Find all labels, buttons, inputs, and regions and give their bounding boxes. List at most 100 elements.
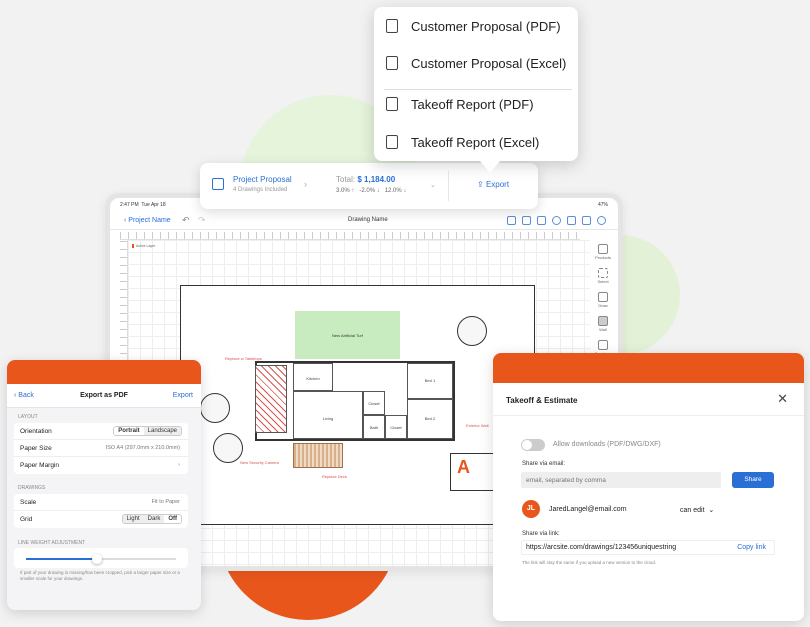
export-dropdown-menu: Customer Proposal (PDF) Customer Proposa… <box>374 7 578 173</box>
sidebar-label: Products <box>595 255 611 260</box>
project-percentages: 3.0% ↑ -2.0% ↓ 12.0% ↓ <box>336 188 407 194</box>
grid-label: Grid <box>20 516 33 523</box>
menu-item-label: Customer Proposal (PDF) <box>411 19 561 34</box>
annotation-replace-tabletops[interactable]: Replace w Tabletops <box>225 356 262 361</box>
room-closet: Closet <box>363 391 385 415</box>
comment-icon[interactable] <box>597 216 606 225</box>
paper-size-label: Paper Size <box>20 445 52 452</box>
drawings-group: Scale Fit to Paper Grid Light Dark Off <box>14 494 188 528</box>
chevron-down-icon[interactable]: ⌄ <box>430 181 436 189</box>
tree-symbol[interactable] <box>457 316 487 346</box>
pct-1: 3.0% <box>336 188 350 194</box>
chevron-right-icon[interactable]: › <box>304 179 307 189</box>
scale-value: Fit to Paper <box>151 499 180 505</box>
export-label: Export <box>485 180 510 189</box>
tree-symbol[interactable] <box>213 433 243 463</box>
menu-item-takeoff-report-pdf[interactable]: Takeoff Report (PDF) <box>374 89 578 119</box>
menu-item-customer-proposal-excel[interactable]: Customer Proposal (Excel) <box>374 48 578 78</box>
paper-size-row[interactable]: Paper Size ISO A4 (297.0mm x 210.0mm) <box>14 440 188 457</box>
export-button[interactable]: ⇪ Export <box>477 180 509 189</box>
sidebar-item-products[interactable]: Products <box>592 244 614 260</box>
sidebar-item-wall[interactable]: Wall <box>592 316 614 332</box>
sidebar-label: Wall <box>599 327 607 332</box>
allow-downloads-toggle[interactable] <box>521 439 545 451</box>
products-icon <box>598 244 608 254</box>
panel-title: Takeoff & Estimate <box>506 396 578 405</box>
pdf-note: If part of your drawing is missing/has b… <box>20 570 180 581</box>
room-label: Bed 2 <box>424 416 436 421</box>
paper-margin-row[interactable]: Paper Margin › <box>14 457 188 474</box>
menu-item-label: Takeoff Report (Excel) <box>411 135 540 150</box>
email-input[interactable] <box>521 472 721 488</box>
grid-dark[interactable]: Dark <box>144 515 165 523</box>
drawing-name-title[interactable]: Drawing Name <box>348 217 388 223</box>
orientation-landscape[interactable]: Landscape <box>144 427 181 435</box>
export-pdf-button[interactable]: Export <box>173 392 193 399</box>
tree-symbol[interactable] <box>200 393 230 423</box>
undo-icon[interactable]: ↶ <box>182 215 190 226</box>
annotation-security-camera[interactable]: New Security Camera <box>240 460 279 465</box>
layers-icon[interactable] <box>522 216 531 225</box>
orientation-label: Orientation <box>20 428 52 435</box>
arcsite-logo: A <box>457 457 470 477</box>
draw-icon <box>598 292 608 302</box>
scale-row[interactable]: Scale Fit to Paper <box>14 494 188 511</box>
share-link-url[interactable]: https://arcsite.com/drawings/123456uniqu… <box>526 544 676 551</box>
slider-knob[interactable] <box>91 554 102 564</box>
room-label: Living <box>322 416 334 421</box>
report-doc-icon <box>386 97 398 111</box>
room-closet: Closet <box>385 415 407 439</box>
back-link-label: Project Name <box>128 217 171 224</box>
drawing-toolbar: ‹ Project Name ↶ ↷ Drawing Name <box>110 212 618 230</box>
edit-icon[interactable] <box>507 216 516 225</box>
room-label: Bath <box>369 425 379 430</box>
project-title[interactable]: Project Proposal <box>233 175 292 184</box>
scale-label: Scale <box>20 499 37 506</box>
room-label: Closet <box>368 401 380 406</box>
cloud-upload-icon[interactable] <box>567 216 576 225</box>
back-to-project-link[interactable]: ‹ Project Name <box>124 217 171 224</box>
panel-header-bar <box>7 360 201 384</box>
plan-turf-area[interactable]: New Artificial Turf <box>295 311 400 359</box>
sidebar-label: Draw <box>598 303 608 308</box>
section-label-drawings: DRAWINGS <box>18 485 46 491</box>
select-icon <box>598 268 608 278</box>
permission-dropdown[interactable]: can edit ⌄ <box>680 506 714 514</box>
annotation-replace-deck[interactable]: Replace Deck <box>322 474 347 479</box>
orientation-portrait[interactable]: Portrait <box>114 427 144 435</box>
grid-off[interactable]: Off <box>164 515 181 523</box>
status-battery: 47% <box>597 202 608 208</box>
line-weight-slider[interactable] <box>26 554 176 564</box>
divider <box>493 415 804 416</box>
menu-item-customer-proposal-pdf[interactable]: Customer Proposal (PDF) <box>374 11 578 41</box>
layout-group: Orientation Portrait Landscape Paper Siz… <box>14 423 188 474</box>
share-button[interactable]: Share <box>732 472 774 488</box>
sidebar-item-draw[interactable]: Draw <box>592 292 614 308</box>
pct-2: -2.0% <box>359 188 376 194</box>
close-icon[interactable]: ✕ <box>777 391 788 407</box>
image-icon[interactable] <box>537 216 546 225</box>
menu-caret <box>480 161 500 173</box>
slider-fill <box>26 558 97 560</box>
share-link-label: Share via link: <box>522 531 560 537</box>
settings-icon[interactable] <box>552 216 561 225</box>
status-time: 2:47 PM <box>120 202 139 208</box>
link-note: The link will stay the same if you uploa… <box>522 560 657 565</box>
plan-hatched-area[interactable] <box>255 365 287 433</box>
copy-link-button[interactable]: Copy link <box>737 544 766 551</box>
share-icon[interactable] <box>582 216 591 225</box>
sidebar-item-select[interactable]: Select <box>592 268 614 284</box>
plan-deck[interactable] <box>293 443 343 468</box>
redo-icon[interactable]: ↷ <box>198 215 206 226</box>
grid-light[interactable]: Light <box>123 515 144 523</box>
room-label: Bed 1 <box>424 378 436 383</box>
takeoff-estimate-panel: Takeoff & Estimate ✕ Allow downloads (PD… <box>493 353 804 621</box>
person-doc-icon <box>386 19 398 33</box>
pct-3: 12.0% <box>384 188 402 194</box>
menu-item-takeoff-report-excel[interactable]: Takeoff Report (Excel) <box>374 127 578 157</box>
chevron-right-icon: › <box>178 462 180 468</box>
share-link-field[interactable]: https://arcsite.com/drawings/123456uniqu… <box>521 540 775 555</box>
paper-size-value: ISO A4 (297.0mm x 210.0mm) <box>105 445 180 451</box>
annotation-exterior-wall[interactable]: Exterior Wall <box>466 423 489 428</box>
share-email-label: Share via email: <box>522 461 566 467</box>
